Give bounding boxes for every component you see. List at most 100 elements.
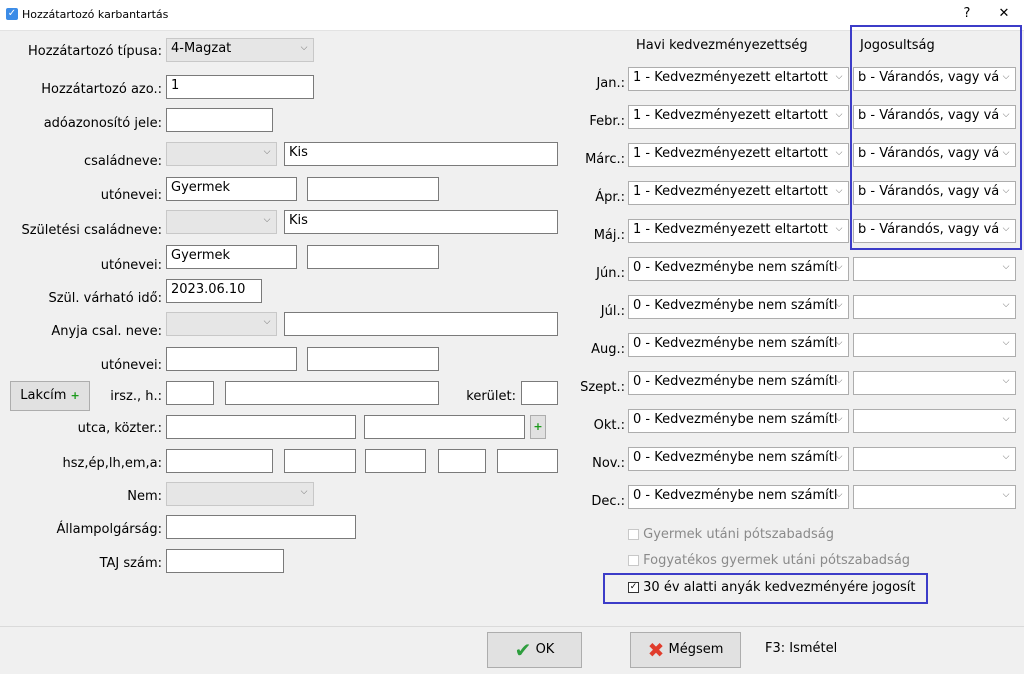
mother-input[interactable] bbox=[284, 312, 558, 336]
benefit-value: 1 - Kedvezményezett eltartott bbox=[633, 146, 828, 161]
entitlement-select[interactable]: ⌵ bbox=[853, 371, 1016, 395]
entitlement-select[interactable]: ⌵ bbox=[853, 257, 1016, 281]
city-input[interactable] bbox=[225, 381, 439, 405]
under30-checkbox[interactable]: ✓ bbox=[628, 582, 639, 593]
month-label: Febr.: bbox=[589, 114, 625, 129]
tax-label: adóazonosító jele: bbox=[43, 116, 162, 131]
chevron-down-icon: ⌵ bbox=[1002, 338, 1010, 348]
chevron-down-icon: ⌵ bbox=[835, 186, 843, 196]
chevron-down-icon: ⌵ bbox=[835, 262, 843, 272]
entitlement-select[interactable]: ⌵ bbox=[853, 485, 1016, 509]
street-input[interactable] bbox=[166, 415, 356, 439]
disabled-leave-checkbox-row[interactable]: Fogyatékos gyermek utáni pótszabadság bbox=[628, 553, 910, 568]
floor-input[interactable] bbox=[438, 449, 486, 473]
help-button[interactable]: ? bbox=[957, 6, 977, 21]
citizenship-label: Állampolgárság: bbox=[56, 522, 163, 537]
month-label: Jan.: bbox=[596, 76, 625, 91]
child-leave-checkbox[interactable] bbox=[628, 529, 639, 540]
chevron-down-icon: ⌵ bbox=[835, 376, 843, 386]
ok-button[interactable]: ✔ OK bbox=[487, 632, 582, 668]
family-prefix-select[interactable]: ⌵ bbox=[166, 142, 277, 166]
chevron-down-icon: ⌵ bbox=[263, 147, 271, 157]
under30-checkbox-row[interactable]: ✓ 30 év alatti anyák kedvezményére jogos… bbox=[628, 580, 916, 595]
id-label: Hozzátartozó azo.: bbox=[41, 82, 162, 97]
mother-given1-input[interactable] bbox=[166, 347, 297, 371]
type-select[interactable]: 4-Magzat ⌵ bbox=[166, 38, 314, 62]
benefit-value: 0 - Kedvezménybe nem számítl bbox=[633, 488, 838, 503]
building-input[interactable] bbox=[284, 449, 356, 473]
address-button-label: Lakcím bbox=[20, 388, 67, 403]
mother-prefix-select[interactable]: ⌵ bbox=[166, 312, 277, 336]
entitlement-select[interactable]: ⌵ bbox=[853, 295, 1016, 319]
benefit-select[interactable]: 0 - Kedvezménybe nem számítl ⌵ bbox=[628, 295, 849, 319]
month-label: Ápr.: bbox=[595, 190, 625, 205]
disabled-leave-label: Fogyatékos gyermek utáni pótszabadság bbox=[643, 553, 911, 568]
chevron-down-icon: ⌵ bbox=[835, 490, 843, 500]
month-label: Jún.: bbox=[596, 266, 625, 281]
benefit-value: 1 - Kedvezményezett eltartott bbox=[633, 70, 828, 85]
mother-given2-input[interactable] bbox=[307, 347, 439, 371]
address-button[interactable]: Lakcím + bbox=[10, 381, 90, 411]
benefit-select[interactable]: 1 - Kedvezményezett eltartott ⌵ bbox=[628, 143, 849, 167]
benefit-select[interactable]: 0 - Kedvezménybe nem számítl ⌵ bbox=[628, 371, 849, 395]
benefit-select[interactable]: 1 - Kedvezményezett eltartott ⌵ bbox=[628, 105, 849, 129]
child-leave-checkbox-row[interactable]: Gyermek utáni pótszabadság bbox=[628, 527, 834, 542]
citizenship-input[interactable] bbox=[166, 515, 356, 539]
id-input[interactable]: 1 bbox=[166, 75, 314, 99]
benefit-select[interactable]: 1 - Kedvezményezett eltartott ⌵ bbox=[628, 67, 849, 91]
house-number-input[interactable] bbox=[166, 449, 273, 473]
plus-icon: + bbox=[70, 389, 80, 402]
chevron-down-icon: ⌵ bbox=[1002, 414, 1010, 424]
gender-label: Nem: bbox=[127, 489, 162, 504]
chevron-down-icon: ⌵ bbox=[1002, 376, 1010, 386]
close-button[interactable]: ✕ bbox=[994, 6, 1014, 21]
district-input[interactable] bbox=[521, 381, 558, 405]
stairway-input[interactable] bbox=[365, 449, 426, 473]
benefit-select[interactable]: 0 - Kedvezménybe nem számítl ⌵ bbox=[628, 447, 849, 471]
expected-date-label: Szül. várható idő: bbox=[48, 291, 162, 306]
disabled-leave-checkbox[interactable] bbox=[628, 555, 639, 566]
gender-select[interactable]: ⌵ bbox=[166, 482, 314, 506]
birth-family-input[interactable]: Kis bbox=[284, 210, 558, 234]
benefit-value: 0 - Kedvezménybe nem számítl bbox=[633, 336, 838, 351]
expected-date-input[interactable]: 2023.06.10 bbox=[166, 279, 262, 303]
cancel-button[interactable]: ✖ Mégsem bbox=[630, 632, 741, 668]
entitlement-select[interactable]: ⌵ bbox=[853, 333, 1016, 357]
family-input[interactable]: Kis bbox=[284, 142, 558, 166]
x-icon: ✖ bbox=[647, 638, 665, 662]
benefit-value: 0 - Kedvezménybe nem számítl bbox=[633, 374, 838, 389]
chevron-down-icon: ⌵ bbox=[835, 452, 843, 462]
entitlement-select[interactable]: ⌵ bbox=[853, 447, 1016, 471]
benefit-value: 1 - Kedvezményezett eltartott bbox=[633, 222, 828, 237]
benefit-select[interactable]: 0 - Kedvezménybe nem számítl ⌵ bbox=[628, 257, 849, 281]
given1-input[interactable]: Gyermek bbox=[166, 177, 297, 201]
month-label: Dec.: bbox=[591, 494, 625, 509]
tax-input[interactable] bbox=[166, 108, 273, 132]
chevron-down-icon: ⌵ bbox=[835, 414, 843, 424]
benefit-select[interactable]: 1 - Kedvezményezett eltartott ⌵ bbox=[628, 181, 849, 205]
check-icon: ✔ bbox=[514, 638, 532, 662]
taj-input[interactable] bbox=[166, 549, 284, 573]
zip-label: irsz., h.: bbox=[110, 389, 162, 404]
child-leave-label: Gyermek utáni pótszabadság bbox=[643, 527, 834, 542]
entitlement-select[interactable]: ⌵ bbox=[853, 409, 1016, 433]
birth-given1-input[interactable]: Gyermek bbox=[166, 245, 297, 269]
birth-given2-input[interactable] bbox=[307, 245, 439, 269]
chevron-down-icon: ⌵ bbox=[1002, 490, 1010, 500]
door-input[interactable] bbox=[497, 449, 558, 473]
benefit-select[interactable]: 0 - Kedvezménybe nem számítl ⌵ bbox=[628, 333, 849, 357]
app-icon: ✓ bbox=[6, 8, 18, 20]
street-add-button[interactable]: + bbox=[530, 415, 546, 439]
street-type-input[interactable] bbox=[364, 415, 525, 439]
benefit-select[interactable]: 0 - Kedvezménybe nem számítl ⌵ bbox=[628, 409, 849, 433]
benefit-value: 0 - Kedvezménybe nem számítl bbox=[633, 298, 838, 313]
benefit-value: 0 - Kedvezménybe nem számítl bbox=[633, 450, 838, 465]
benefit-value: 1 - Kedvezményezett eltartott bbox=[633, 108, 828, 123]
house-label: hsz,ép,lh,em,a: bbox=[62, 456, 162, 471]
zip-input[interactable] bbox=[166, 381, 214, 405]
given2-input[interactable] bbox=[307, 177, 439, 201]
benefit-select[interactable]: 0 - Kedvezménybe nem számítl ⌵ bbox=[628, 485, 849, 509]
benefit-select[interactable]: 1 - Kedvezményezett eltartott ⌵ bbox=[628, 219, 849, 243]
birth-family-prefix-select[interactable]: ⌵ bbox=[166, 210, 277, 234]
month-label: Máj.: bbox=[593, 228, 625, 243]
